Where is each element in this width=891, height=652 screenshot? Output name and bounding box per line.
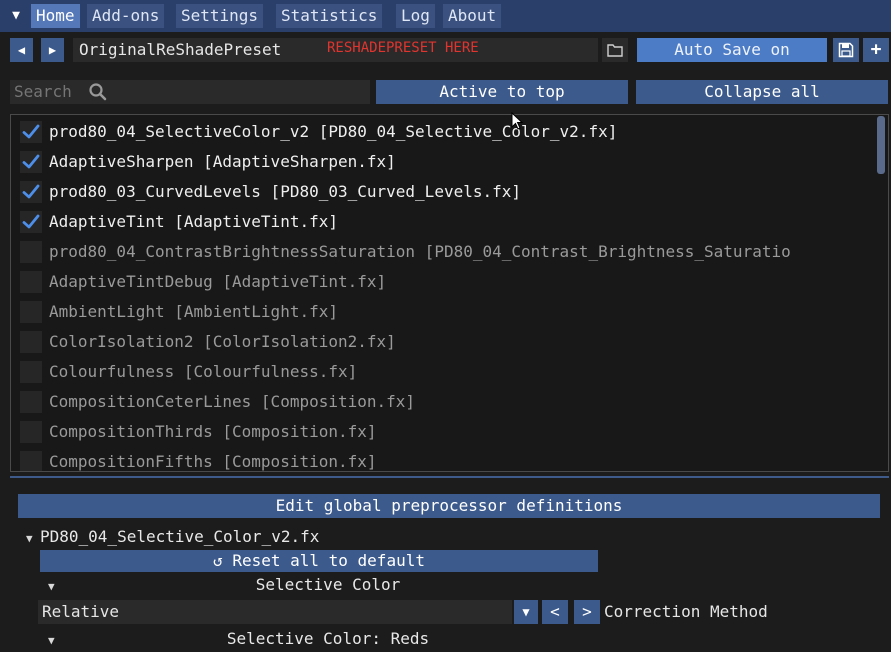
previous-value-button[interactable]: < [542, 600, 568, 624]
effect-label: AmbientLight [AmbientLight.fx] [49, 302, 338, 321]
effect-checkbox[interactable] [20, 151, 42, 173]
folder-icon [607, 44, 623, 57]
search-input[interactable] [14, 80, 364, 104]
effect-label: Colourfulness [Colourfulness.fx] [49, 362, 358, 381]
triangle-left-icon: ◀ [17, 43, 26, 57]
preset-annotation: RESHADEPRESET HERE [327, 40, 479, 56]
tab-log[interactable]: Log [396, 4, 435, 28]
effect-label: AdaptiveSharpen [AdaptiveSharpen.fx] [49, 152, 396, 171]
panel-divider[interactable] [10, 476, 889, 478]
active-to-top-button[interactable]: Active to top [376, 80, 628, 104]
auto-save-button[interactable]: Auto Save on [637, 38, 827, 62]
effect-checkbox[interactable] [20, 451, 42, 471]
triangle-right-icon: ▶ [48, 43, 57, 57]
effect-label: AdaptiveTintDebug [AdaptiveTint.fx] [49, 272, 387, 291]
checkmark-icon [22, 154, 40, 169]
tab-home[interactable]: Home [31, 4, 80, 28]
mouse-cursor-icon [511, 112, 523, 130]
effect-file-header[interactable]: ▼ PD80_04_Selective_Color_v2.fx [26, 526, 319, 548]
tab-about[interactable]: About [443, 4, 502, 28]
browse-folder-button[interactable] [602, 38, 628, 62]
checkmark-icon [22, 184, 40, 199]
effect-checkbox[interactable] [20, 241, 42, 263]
preset-name: OriginalReShadePreset [79, 40, 282, 59]
section-title: Selective Color: Reds [226, 629, 430, 648]
effect-checkbox[interactable] [20, 301, 42, 323]
floppy-disk-icon [838, 42, 854, 58]
section-title: Selective Color [255, 575, 401, 594]
correction-method-label: Correction Method [604, 602, 768, 621]
effect-checkbox[interactable] [20, 331, 42, 353]
edit-global-preprocessor-button[interactable]: Edit global preprocessor definitions [18, 494, 880, 518]
effect-label: AdaptiveTint [AdaptiveTint.fx] [49, 212, 338, 231]
effect-checkbox[interactable] [20, 211, 42, 233]
effect-label: ColorIsolation2 [ColorIsolation2.fx] [49, 332, 396, 351]
expand-triangle-icon: ▼ [26, 532, 33, 545]
effect-checkbox[interactable] [20, 271, 42, 293]
tab-statistics[interactable]: Statistics [276, 4, 383, 28]
collapse-all-button[interactable]: Collapse all [636, 80, 888, 104]
effect-label: prod80_04_ContrastBrightnessSaturation [… [49, 242, 791, 261]
section-selective-color[interactable]: ▼ Selective Color [48, 574, 608, 596]
menu-toggle-icon[interactable]: ▼ [3, 4, 29, 28]
tab-add-ons[interactable]: Add-ons [87, 4, 165, 28]
previous-preset-button[interactable]: ◀ [10, 38, 33, 62]
effect-label: CompositionCeterLines [Composition.fx] [49, 392, 416, 411]
next-value-button[interactable]: > [574, 600, 600, 624]
effect-checkbox[interactable] [20, 181, 42, 203]
reset-arrow-icon: ↺ [213, 551, 223, 570]
checkmark-icon [22, 214, 40, 229]
combo-dropdown-button[interactable]: ▼ [514, 600, 538, 624]
effect-checkbox[interactable] [20, 121, 42, 143]
effect-checkbox[interactable] [20, 391, 42, 413]
reset-all-button[interactable]: ↺ Reset all to default [40, 550, 598, 572]
effect-label: CompositionFifths [Composition.fx] [49, 452, 377, 471]
effect-file-name: PD80_04_Selective_Color_v2.fx [40, 527, 320, 546]
magnifier-icon [89, 83, 107, 101]
chevron-down-icon: ▼ [522, 605, 530, 619]
effect-label: prod80_03_CurvedLevels [PD80_03_Curved_L… [49, 182, 522, 201]
effect-label: CompositionThirds [Composition.fx] [49, 422, 377, 441]
next-preset-button[interactable]: ▶ [41, 38, 64, 62]
reset-all-label: Reset all to default [232, 551, 425, 570]
section-selective-color-reds[interactable]: ▼ Selective Color: Reds [48, 628, 608, 650]
correction-method-combo[interactable]: Relative [38, 600, 512, 624]
effects-list-scrollbar[interactable] [877, 116, 885, 174]
effect-checkbox[interactable] [20, 421, 42, 443]
effect-checkbox[interactable] [20, 361, 42, 383]
effects-list[interactable]: prod80_04_SelectiveColor_v2 [PD80_04_Sel… [10, 114, 889, 472]
plus-icon: + [870, 39, 882, 60]
effect-label: prod80_04_SelectiveColor_v2 [PD80_04_Sel… [49, 122, 618, 141]
checkmark-icon [22, 124, 40, 139]
add-preset-button[interactable]: + [863, 38, 889, 62]
tab-settings[interactable]: Settings [176, 4, 264, 28]
save-preset-button[interactable] [833, 38, 859, 62]
